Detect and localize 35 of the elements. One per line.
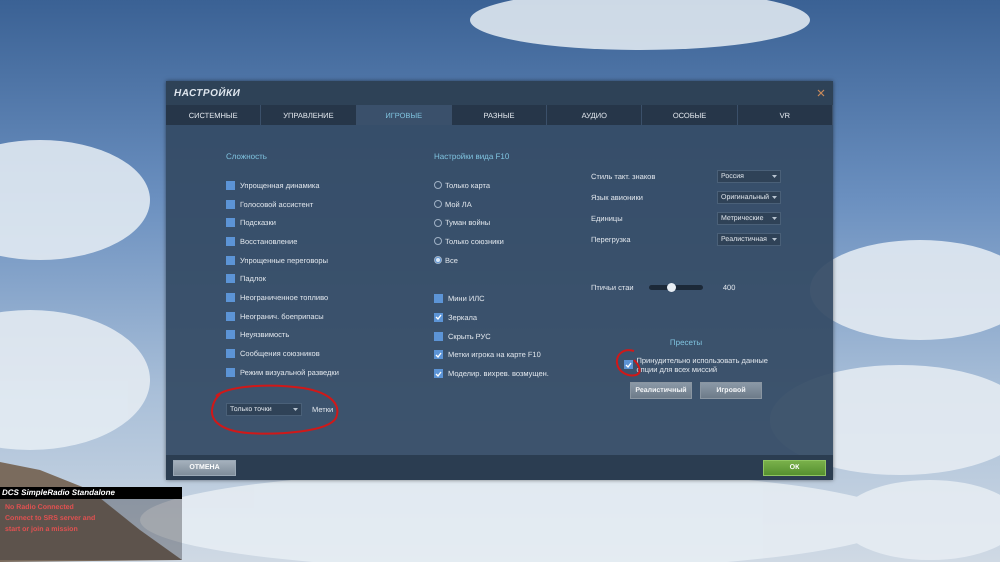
close-icon[interactable] — [817, 89, 825, 97]
caret-icon — [772, 196, 777, 199]
checkbox[interactable] — [226, 180, 235, 190]
radio-button[interactable] — [434, 200, 442, 208]
checkbox[interactable] — [434, 369, 443, 378]
checkbox[interactable] — [434, 332, 443, 341]
checkbox[interactable] — [226, 236, 235, 246]
caret-icon — [772, 238, 777, 241]
section-heading: Настройки вида F10 — [434, 152, 510, 162]
checkbox[interactable] — [226, 349, 235, 358]
caret-icon — [772, 217, 777, 220]
checkbox[interactable] — [226, 292, 235, 302]
caret-icon — [293, 408, 298, 411]
checkbox[interactable] — [226, 256, 235, 265]
radio-button[interactable] — [434, 218, 442, 227]
checkbox[interactable] — [226, 200, 235, 209]
checkbox[interactable] — [226, 330, 235, 340]
section-heading: Пресеты — [670, 338, 702, 347]
slider-track[interactable] — [649, 284, 703, 290]
checkbox[interactable] — [226, 218, 235, 228]
checkbox[interactable] — [434, 350, 443, 360]
radio-button[interactable] — [434, 181, 442, 190]
radio-button[interactable] — [434, 256, 442, 264]
checkbox[interactable] — [624, 360, 632, 370]
checkbox[interactable] — [434, 294, 443, 304]
checkbox[interactable] — [226, 274, 235, 284]
window-title: НАСТРОЙКИ — [174, 88, 240, 98]
radio-button[interactable] — [434, 237, 442, 246]
slider-thumb[interactable] — [667, 282, 676, 292]
overlay-title: DCS SimpleRadio Standalone — [0, 487, 182, 499]
caret-icon — [772, 175, 777, 178]
section-heading: Сложность — [226, 152, 268, 162]
checkbox[interactable] — [226, 312, 235, 321]
checkbox[interactable] — [226, 368, 235, 377]
checkbox[interactable] — [434, 312, 443, 322]
